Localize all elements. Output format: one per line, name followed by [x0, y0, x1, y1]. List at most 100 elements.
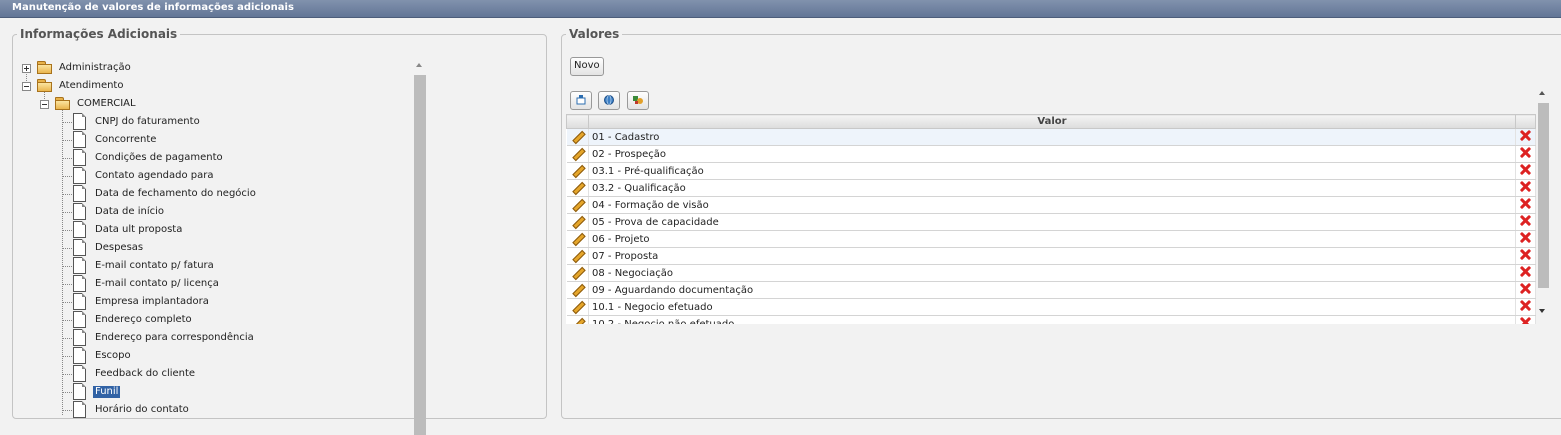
- pencil-icon[interactable]: [571, 232, 583, 244]
- tree-item[interactable]: Endereço para correspondência: [13, 329, 413, 347]
- delete-icon[interactable]: [1520, 317, 1531, 324]
- document-icon: [73, 203, 86, 220]
- export-button[interactable]: [570, 91, 592, 110]
- tree-item[interactable]: Data de fechamento do negócio: [13, 185, 413, 203]
- edit-cell[interactable]: [566, 230, 589, 248]
- delete-cell[interactable]: [1515, 230, 1536, 248]
- delete-icon[interactable]: [1520, 249, 1531, 260]
- delete-cell[interactable]: [1515, 145, 1536, 163]
- new-value-button[interactable]: Novo: [570, 57, 604, 76]
- tree-item-label: Data ult proposta: [95, 224, 183, 235]
- edit-cell[interactable]: [566, 315, 589, 325]
- pencil-icon[interactable]: [571, 317, 583, 325]
- tree-subgroup-comercial[interactable]: COMERCIAL: [13, 95, 413, 113]
- table-row[interactable]: 01 - Cadastro: [566, 128, 1536, 146]
- tree-item[interactable]: E-mail contato p/ fatura: [13, 257, 413, 275]
- delete-icon[interactable]: [1520, 181, 1531, 192]
- pencil-icon[interactable]: [571, 283, 583, 295]
- edit-cell[interactable]: [566, 247, 589, 265]
- tree-item[interactable]: Escopo: [13, 347, 413, 365]
- table-row[interactable]: 08 - Negociação: [566, 264, 1536, 282]
- delete-cell[interactable]: [1515, 162, 1536, 180]
- pencil-icon[interactable]: [571, 266, 583, 278]
- edit-cell[interactable]: [566, 298, 589, 316]
- edit-cell[interactable]: [566, 128, 589, 146]
- table-row[interactable]: 10.1 - Negocio efetuado: [566, 298, 1536, 316]
- delete-icon[interactable]: [1520, 130, 1531, 141]
- table-row[interactable]: 04 - Formação de visão: [566, 196, 1536, 214]
- table-row[interactable]: 06 - Projeto: [566, 230, 1536, 248]
- options-button[interactable]: [627, 91, 649, 110]
- tree-scrollbar[interactable]: [414, 53, 426, 435]
- pencil-icon[interactable]: [571, 215, 583, 227]
- edit-cell[interactable]: [566, 196, 589, 214]
- delete-cell[interactable]: [1515, 298, 1536, 316]
- scroll-down-arrow-icon[interactable]: [1539, 309, 1545, 313]
- delete-icon[interactable]: [1520, 283, 1531, 294]
- tree-item[interactable]: Despesas: [13, 239, 413, 257]
- tree-item[interactable]: Empresa implantadora: [13, 293, 413, 311]
- delete-cell[interactable]: [1515, 128, 1536, 146]
- table-row[interactable]: 03.1 - Pré-qualificação: [566, 162, 1536, 180]
- table-row[interactable]: 03.2 - Qualificação: [566, 179, 1536, 197]
- tree-scroll-thumb[interactable]: [414, 75, 426, 435]
- valor-column-header[interactable]: Valor: [588, 114, 1516, 129]
- scroll-up-arrow-icon[interactable]: [416, 63, 422, 67]
- tree-item[interactable]: Feedback do cliente: [13, 365, 413, 383]
- tree-item[interactable]: Data ult proposta: [13, 221, 413, 239]
- collapse-icon[interactable]: [22, 82, 31, 91]
- collapse-icon[interactable]: [40, 100, 49, 109]
- edit-cell[interactable]: [566, 145, 589, 163]
- tree-item[interactable]: E-mail contato p/ licença: [13, 275, 413, 293]
- delete-cell[interactable]: [1515, 196, 1536, 214]
- delete-icon[interactable]: [1520, 232, 1531, 243]
- edit-cell[interactable]: [566, 179, 589, 197]
- table-row[interactable]: 02 - Prospeção: [566, 145, 1536, 163]
- tree-group-0[interactable]: Administração: [13, 59, 413, 77]
- pencil-icon[interactable]: [571, 164, 583, 176]
- table-row[interactable]: 07 - Proposta: [566, 247, 1536, 265]
- tree-item-label: Horário do contato: [95, 404, 189, 415]
- table-row[interactable]: 09 - Aguardando documentação: [566, 281, 1536, 299]
- tree-item[interactable]: Concorrente: [13, 131, 413, 149]
- pencil-icon[interactable]: [571, 249, 583, 261]
- folder-icon: [37, 61, 52, 74]
- edit-cell[interactable]: [566, 213, 589, 231]
- delete-cell[interactable]: [1515, 213, 1536, 231]
- tree-item[interactable]: Contato agendado para: [13, 167, 413, 185]
- pencil-icon[interactable]: [571, 130, 583, 142]
- tree-group-1[interactable]: Atendimento: [13, 77, 413, 95]
- delete-cell[interactable]: [1515, 315, 1536, 324]
- table-row[interactable]: 05 - Prova de capacidade: [566, 213, 1536, 231]
- globe-button[interactable]: [598, 91, 620, 110]
- grid-scrollbar[interactable]: [1536, 87, 1550, 319]
- edit-cell[interactable]: [566, 264, 589, 282]
- edit-cell[interactable]: [566, 281, 589, 299]
- table-row[interactable]: 10.2 - Negocio não efetuado: [566, 315, 1536, 325]
- delete-icon[interactable]: [1520, 266, 1531, 277]
- edit-cell[interactable]: [566, 162, 589, 180]
- tree-item[interactable]: Horário do contato: [13, 401, 413, 419]
- delete-icon[interactable]: [1520, 198, 1531, 209]
- delete-icon[interactable]: [1520, 147, 1531, 158]
- pencil-icon[interactable]: [571, 300, 583, 312]
- pencil-icon[interactable]: [571, 147, 583, 159]
- grid-scroll-thumb[interactable]: [1538, 103, 1549, 288]
- tree-item[interactable]: Funil: [13, 383, 413, 401]
- tree-item[interactable]: Condições de pagamento: [13, 149, 413, 167]
- delete-icon[interactable]: [1520, 300, 1531, 311]
- tree-item-label: Escopo: [95, 350, 131, 361]
- delete-cell[interactable]: [1515, 281, 1536, 299]
- tree-item[interactable]: Endereço completo: [13, 311, 413, 329]
- delete-cell[interactable]: [1515, 179, 1536, 197]
- expand-icon[interactable]: [22, 64, 31, 73]
- delete-cell[interactable]: [1515, 247, 1536, 265]
- delete-cell[interactable]: [1515, 264, 1536, 282]
- delete-icon[interactable]: [1520, 164, 1531, 175]
- delete-icon[interactable]: [1520, 215, 1531, 226]
- pencil-icon[interactable]: [571, 181, 583, 193]
- scroll-up-arrow-icon[interactable]: [1539, 91, 1545, 95]
- tree-item[interactable]: CNPJ do faturamento: [13, 113, 413, 131]
- tree-item[interactable]: Data de início: [13, 203, 413, 221]
- pencil-icon[interactable]: [571, 198, 583, 210]
